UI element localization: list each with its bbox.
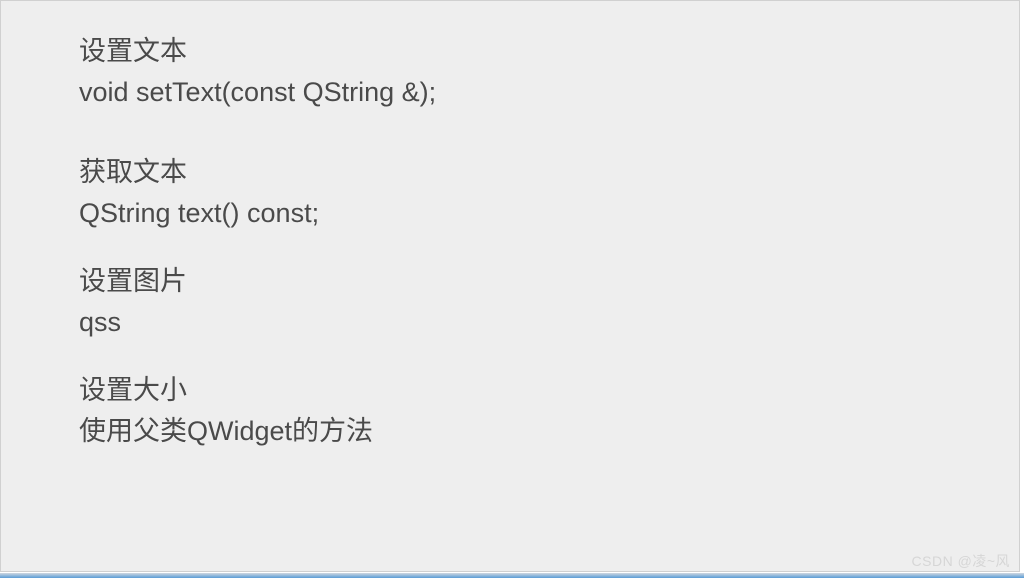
section-set-image: 设置图片 qss	[79, 261, 436, 342]
section-body: 使用父类QWidget的方法	[79, 411, 436, 452]
section-body: QString text() const;	[79, 193, 436, 234]
section-title: 设置文本	[79, 31, 436, 72]
document-frame: 设置文本 void setText(const QString &); 获取文本…	[0, 0, 1020, 572]
section-title: 获取文本	[79, 152, 436, 193]
document-content: 设置文本 void setText(const QString &); 获取文本…	[79, 31, 436, 451]
section-set-size: 设置大小 使用父类QWidget的方法	[79, 370, 436, 451]
section-title: 设置图片	[79, 261, 436, 302]
watermark-text: CSDN @凌~风	[912, 551, 1010, 571]
section-body: void setText(const QString &);	[79, 72, 436, 113]
bottom-accent-border	[0, 573, 1024, 578]
section-get-text: 获取文本 QString text() const;	[79, 152, 436, 233]
section-body: qss	[79, 302, 436, 343]
section-title: 设置大小	[79, 370, 436, 411]
section-set-text: 设置文本 void setText(const QString &);	[79, 31, 436, 112]
